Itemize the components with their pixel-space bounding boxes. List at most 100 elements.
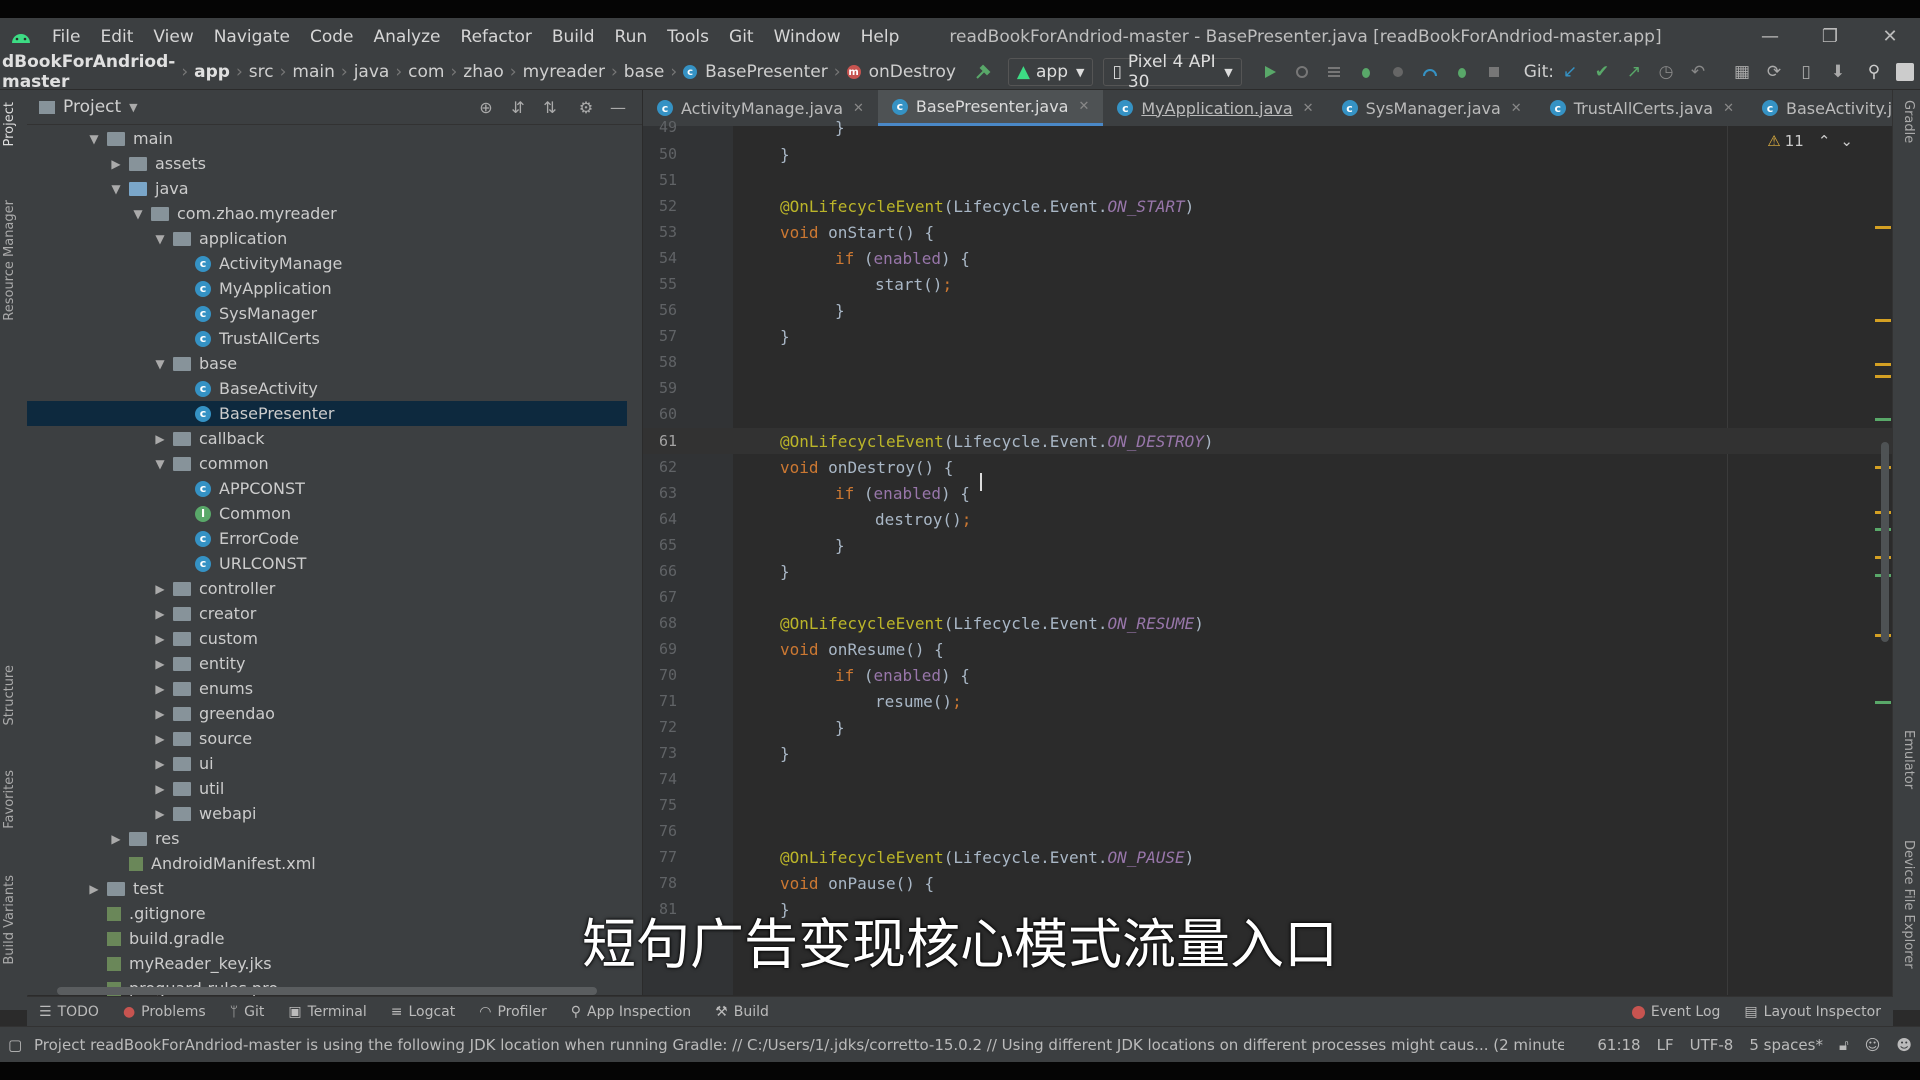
- code-line[interactable]: 51: [643, 167, 1893, 193]
- status-message[interactable]: Project readBookForAndriod-master is usi…: [34, 1036, 1564, 1054]
- menu-run[interactable]: Run: [605, 27, 658, 47]
- tree-item[interactable]: ▼ main: [27, 126, 627, 151]
- tree-item[interactable]: c ErrorCode: [27, 526, 627, 551]
- tool-button-app-inspection[interactable]: ⚲ App Inspection: [571, 1004, 691, 1020]
- error-stripe-mark[interactable]: [1875, 375, 1891, 378]
- chevron-right-icon[interactable]: ▶: [153, 582, 167, 596]
- file-encoding[interactable]: UTF-8: [1690, 1036, 1734, 1054]
- sdk-manager-icon[interactable]: ⬇: [1828, 62, 1848, 82]
- tree-item[interactable]: c MyApplication: [27, 276, 627, 301]
- chevron-right-icon[interactable]: ▶: [153, 607, 167, 621]
- chevron-right-icon[interactable]: ▶: [153, 432, 167, 446]
- warning-indicator[interactable]: ⚠ 11 ⌃ ⌄: [1767, 132, 1853, 150]
- minimize-icon[interactable]: —: [1740, 18, 1800, 55]
- debug-icon[interactable]: [1356, 62, 1376, 82]
- menu-analyze[interactable]: Analyze: [364, 27, 451, 47]
- tree-item[interactable]: ▶ assets: [27, 151, 627, 176]
- code-line[interactable]: 74: [643, 766, 1893, 792]
- code-line[interactable]: 53 void onStart() {: [643, 219, 1893, 245]
- status-toggle-icon[interactable]: ▢: [8, 1036, 22, 1054]
- breadcrumb-item[interactable]: myreader ›: [523, 62, 624, 82]
- side-tab-project[interactable]: Project: [2, 102, 17, 146]
- code-line[interactable]: 77 @OnLifecycleEvent(Lifecycle.Event.ON_P…: [643, 844, 1893, 870]
- device-dropdown[interactable]: ▯ Pixel 4 API 30 ▼: [1103, 52, 1242, 92]
- indent-setting[interactable]: 5 spaces*: [1749, 1036, 1823, 1054]
- git-commit-icon[interactable]: ✔: [1592, 62, 1612, 82]
- chevron-down-icon[interactable]: ▼: [87, 132, 101, 146]
- tree-item[interactable]: I Common: [27, 501, 627, 526]
- chevron-down-icon[interactable]: ▼: [131, 207, 145, 221]
- code-line[interactable]: 52 @OnLifecycleEvent(Lifecycle.Event.ON_S…: [643, 193, 1893, 219]
- breadcrumb-item[interactable]: c BasePresenter ›: [683, 62, 846, 82]
- menu-file[interactable]: File: [42, 27, 90, 47]
- attach-debugger-icon[interactable]: [1452, 62, 1472, 82]
- chevron-right-icon[interactable]: ▶: [153, 732, 167, 746]
- menu-build[interactable]: Build: [542, 27, 605, 47]
- expand-all-icon[interactable]: ⇵: [508, 97, 528, 117]
- code-editor[interactable]: 49} 50} 51 52 @OnLifecycleEvent(Lifecycle.Ev…: [643, 118, 1893, 995]
- menu-git[interactable]: Git: [719, 27, 764, 47]
- menu-code[interactable]: Code: [300, 27, 364, 47]
- breadcrumb-item[interactable]: base ›: [624, 62, 683, 82]
- locate-icon[interactable]: ⊕: [476, 97, 496, 117]
- apply-changes-icon[interactable]: [1324, 62, 1344, 82]
- line-separator[interactable]: LF: [1657, 1036, 1674, 1054]
- code-line[interactable]: 49}: [643, 114, 1893, 140]
- sync-gradle-icon[interactable]: ⟳: [1764, 62, 1784, 82]
- chevron-right-icon[interactable]: ▶: [87, 882, 101, 896]
- menu-refactor[interactable]: Refactor: [451, 27, 542, 47]
- restore-icon[interactable]: ❐: [1800, 18, 1860, 55]
- menu-tools[interactable]: Tools: [657, 27, 719, 47]
- breadcrumb-item[interactable]: dBookForAndriod-master ›: [2, 52, 194, 92]
- tree-item[interactable]: c SysManager: [27, 301, 627, 326]
- vcs-stripe-mark[interactable]: [1875, 701, 1891, 704]
- error-stripe-mark[interactable]: [1875, 363, 1891, 366]
- code-line[interactable]: 50}: [643, 141, 1893, 167]
- hammer-icon[interactable]: [974, 62, 992, 82]
- code-line[interactable]: 58: [643, 349, 1893, 375]
- chevron-down-icon[interactable]: ▼: [129, 101, 137, 114]
- chevron-right-icon[interactable]: ▶: [153, 782, 167, 796]
- side-tab-gradle[interactable]: Gradle: [1901, 100, 1916, 143]
- side-tab-structure[interactable]: Structure: [2, 665, 17, 725]
- tree-item[interactable]: ▼ com.zhao.myreader: [27, 201, 627, 226]
- code-line[interactable]: 70 if (enabled) {: [643, 662, 1893, 688]
- tree-item[interactable]: ▶ source: [27, 726, 627, 751]
- code-line[interactable]: 68 @OnLifecycleEvent(Lifecycle.Event.ON_R…: [643, 610, 1893, 636]
- coverage-icon[interactable]: [1388, 62, 1408, 82]
- run-config-dropdown[interactable]: ▲ app ▼: [1007, 58, 1094, 86]
- side-tab-resource-manager[interactable]: Resource Manager: [2, 200, 17, 321]
- vcs-stripe-mark[interactable]: [1875, 418, 1891, 421]
- layout-inspector-button[interactable]: ▤ Layout Inspector: [1744, 1004, 1881, 1020]
- menu-help[interactable]: Help: [851, 27, 910, 47]
- profile-icon[interactable]: [1420, 62, 1440, 82]
- code-line[interactable]: 67: [643, 584, 1893, 610]
- git-update-icon[interactable]: ↙: [1560, 62, 1580, 82]
- chevron-right-icon[interactable]: ▶: [153, 632, 167, 646]
- tree-item[interactable]: ▶ custom: [27, 626, 627, 651]
- history-icon[interactable]: ◷: [1656, 62, 1676, 82]
- tool-button-problems[interactable]: ● Problems: [123, 1004, 206, 1020]
- event-log-button[interactable]: Event Log: [1631, 1004, 1720, 1020]
- chevron-right-icon[interactable]: ▶: [153, 807, 167, 821]
- code-line[interactable]: 56}: [643, 297, 1893, 323]
- tool-button-logcat[interactable]: ≡ Logcat: [391, 1004, 456, 1020]
- inspection-icon[interactable]: ☺: [1865, 1036, 1881, 1054]
- tool-button-todo[interactable]: ☰ TODO: [39, 1004, 99, 1020]
- code-line[interactable]: 71 resume();: [643, 688, 1893, 714]
- code-line[interactable]: 62 void onDestroy() {: [643, 454, 1893, 480]
- project-structure-icon[interactable]: ▦: [1732, 62, 1752, 82]
- code-line[interactable]: 57}: [643, 323, 1893, 349]
- code-line[interactable]: 54 if (enabled) {: [643, 245, 1893, 271]
- chevron-right-icon[interactable]: ▶: [109, 832, 123, 846]
- close-tab-icon[interactable]: ✕: [1078, 99, 1089, 114]
- close-icon[interactable]: ✕: [1860, 18, 1920, 55]
- tree-item[interactable]: c BaseActivity: [27, 376, 627, 401]
- breadcrumb-item[interactable]: zhao ›: [463, 62, 522, 82]
- stop-icon[interactable]: [1484, 62, 1504, 82]
- caret-position[interactable]: 61:18: [1597, 1036, 1640, 1054]
- code-line[interactable]: 72}: [643, 714, 1893, 740]
- chevron-down-icon[interactable]: ⌄: [1840, 132, 1853, 150]
- tree-item[interactable]: c ActivityManage: [27, 251, 627, 276]
- breadcrumb-item[interactable]: app ›: [194, 62, 249, 82]
